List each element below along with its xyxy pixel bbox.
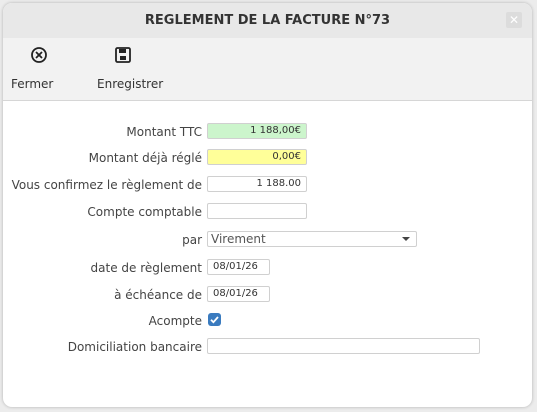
- chevron-down-icon: [402, 237, 410, 241]
- row-par: par Virement: [3, 231, 532, 249]
- confirmez-amount-input[interactable]: 1 188.00: [207, 176, 307, 192]
- confirmez-label: Vous confirmez le règlement de: [11, 178, 202, 192]
- payment-method-value: Virement: [211, 232, 266, 246]
- row-montant-ttc: Montant TTC 1 188,00€: [3, 123, 532, 141]
- acompte-label: Acompte: [148, 314, 202, 328]
- row-domiciliation: Domiciliation bancaire: [3, 338, 532, 356]
- row-confirmez: Vous confirmez le règlement de 1 188.00: [3, 176, 532, 194]
- checkmark-icon: [210, 316, 219, 324]
- date-reglement-input[interactable]: 08/01/26: [207, 259, 270, 275]
- domiciliation-input[interactable]: [207, 338, 480, 354]
- toolbar: Fermer Enregistrer: [3, 38, 532, 101]
- compte-label: Compte comptable: [87, 205, 202, 219]
- echeance-label: à échéance de: [114, 288, 202, 302]
- dialog-titlebar: REGLEMENT DE LA FACTURE N°73 ✕: [3, 3, 532, 38]
- montant-ttc-label: Montant TTC: [126, 125, 202, 139]
- deja-regle-label: Montant déjà réglé: [88, 151, 202, 165]
- save-button[interactable]: Enregistrer: [91, 38, 171, 98]
- circle-x-icon: [31, 47, 47, 63]
- deja-regle-value: 0,00€: [207, 149, 307, 165]
- date-reglement-label: date de règlement: [90, 261, 202, 275]
- row-acompte: Acompte: [3, 312, 532, 330]
- row-echeance: à échéance de 08/01/26: [3, 286, 532, 304]
- payment-method-select[interactable]: Virement: [207, 231, 417, 247]
- row-compte: Compte comptable: [3, 203, 532, 221]
- par-label: par: [182, 233, 202, 247]
- compte-comptable-input[interactable]: [207, 203, 307, 219]
- domiciliation-label: Domiciliation bancaire: [67, 340, 202, 354]
- payment-dialog: REGLEMENT DE LA FACTURE N°73 ✕ Fermer En…: [3, 3, 532, 407]
- acompte-checkbox[interactable]: [208, 313, 221, 326]
- close-button[interactable]: Fermer: [3, 38, 83, 98]
- save-button-label: Enregistrer: [97, 77, 164, 91]
- floppy-disk-icon: [115, 47, 131, 63]
- row-deja-regle: Montant déjà réglé 0,00€: [3, 149, 532, 167]
- echeance-input[interactable]: 08/01/26: [207, 286, 270, 302]
- close-button-label: Fermer: [11, 77, 54, 91]
- dialog-close-icon[interactable]: ✕: [506, 12, 522, 28]
- dialog-title: REGLEMENT DE LA FACTURE N°73: [144, 13, 391, 28]
- montant-ttc-value: 1 188,00€: [207, 123, 307, 139]
- row-date-reglement: date de règlement 08/01/26: [3, 259, 532, 277]
